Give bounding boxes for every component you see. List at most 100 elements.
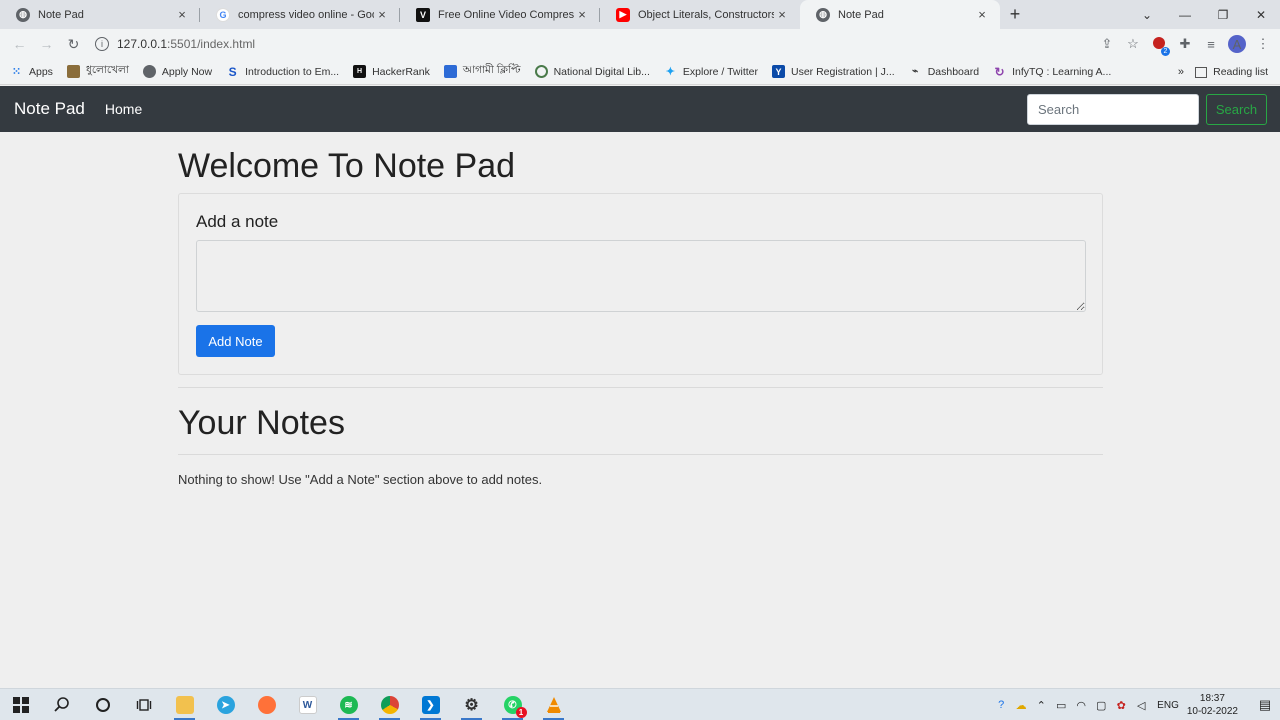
bookmark-item[interactable]: আগামী ক্লিপ্টি bbox=[443, 63, 521, 80]
settings-icon[interactable]: ⚙ bbox=[451, 689, 492, 720]
search-icon[interactable] bbox=[41, 689, 82, 720]
infytq-icon: ↻ bbox=[994, 64, 1005, 79]
close-tab-icon[interactable]: × bbox=[574, 7, 590, 22]
close-window-icon[interactable]: ✕ bbox=[1242, 0, 1280, 29]
bookmark-item[interactable]: ⌁ Dashboard bbox=[909, 65, 979, 78]
google-icon: G bbox=[216, 7, 230, 22]
more-bookmarks-icon[interactable]: » bbox=[1178, 59, 1184, 85]
help-icon[interactable]: ? bbox=[991, 699, 1011, 711]
chrome-icon[interactable] bbox=[369, 689, 410, 720]
apps-grid-icon: ⁙ bbox=[11, 66, 22, 78]
file-explorer-icon[interactable] bbox=[164, 689, 205, 720]
browser-tab[interactable]: V Free Online Video Compressor | × bbox=[400, 0, 600, 29]
firefox-icon[interactable] bbox=[246, 689, 287, 720]
extension-badge: 2 bbox=[1161, 46, 1170, 56]
bookmark-image-icon bbox=[66, 65, 80, 78]
y-logo-icon: Y bbox=[772, 65, 785, 78]
language-indicator[interactable]: ENG bbox=[1157, 700, 1179, 711]
reading-list-button[interactable]: Reading list bbox=[1195, 59, 1268, 85]
extensions-puzzle-icon[interactable]: ✚ bbox=[1176, 36, 1194, 52]
tab-title: Note Pad bbox=[38, 8, 84, 21]
divider bbox=[178, 387, 1103, 388]
close-tab-icon[interactable]: × bbox=[974, 7, 990, 22]
ndl-icon bbox=[534, 65, 548, 78]
dashboard-icon: ⌁ bbox=[912, 66, 919, 77]
note-textarea[interactable] bbox=[196, 240, 1086, 312]
address-bar[interactable]: i 127.0.0.1:5501/index.html bbox=[95, 31, 1095, 57]
add-note-title: Add a note bbox=[196, 212, 279, 231]
app-tray-icon[interactable]: ✿ bbox=[1111, 699, 1131, 712]
bookmark-item[interactable]: National Digital Lib... bbox=[534, 65, 650, 78]
search-button[interactable]: Search bbox=[1206, 94, 1267, 125]
restore-icon[interactable]: ❐ bbox=[1204, 0, 1242, 29]
minimize-icon[interactable]: — bbox=[1166, 0, 1204, 29]
bookmark-blue-icon bbox=[443, 65, 457, 78]
app-navbar: Note Pad Home Search bbox=[0, 86, 1280, 132]
whatsapp-badge: 1 bbox=[515, 707, 527, 718]
browser-tab[interactable]: G compress video online - Google × bbox=[200, 0, 400, 29]
clock-date: 10-02-2022 bbox=[1186, 706, 1238, 717]
task-view-icon[interactable] bbox=[123, 689, 164, 720]
bookmark-item[interactable]: ✦ Explore / Twitter bbox=[664, 65, 758, 79]
add-note-button[interactable]: Add Note bbox=[196, 325, 275, 357]
wifi-icon[interactable]: ◠ bbox=[1071, 699, 1091, 712]
browser-tab-strip: ◍ Note Pad × G compress video online - G… bbox=[0, 0, 1280, 29]
extension-red-icon[interactable]: 2 bbox=[1150, 36, 1170, 56]
telegram-icon[interactable]: ➤ bbox=[205, 689, 246, 720]
bookmark-item[interactable]: H HackerRank bbox=[353, 65, 430, 78]
reload-icon[interactable]: ↻ bbox=[60, 36, 87, 53]
page-title: Welcome To Note Pad bbox=[178, 147, 516, 185]
share-icon[interactable]: ⇪ bbox=[1098, 36, 1116, 52]
bookmark-item[interactable]: S Introduction to Em... bbox=[226, 64, 339, 79]
globe-icon: ◍ bbox=[16, 7, 30, 22]
close-tab-icon[interactable]: × bbox=[174, 7, 190, 22]
navbar-brand[interactable]: Note Pad bbox=[14, 99, 85, 119]
windows-start-icon[interactable] bbox=[0, 689, 41, 720]
tab-title: Note Pad bbox=[838, 8, 884, 21]
bookmark-item[interactable]: ↻ InfyTQ : Learning A... bbox=[993, 64, 1112, 79]
bookmark-apps[interactable]: ⁙ Apps bbox=[10, 65, 53, 79]
forward-icon[interactable]: → bbox=[33, 36, 60, 52]
new-tab-button[interactable]: + bbox=[1000, 0, 1030, 29]
windows-taskbar: ➤ W ≋ ❯ ⚙ ✆ 1 ? ☁ ⌃ ▭ ◠ ▢ ✿ ◁ ENG 18:37 1… bbox=[0, 688, 1280, 720]
vlc-icon[interactable] bbox=[533, 689, 574, 720]
spotify-icon[interactable]: ≋ bbox=[328, 689, 369, 720]
notification-center-icon[interactable]: ▤ bbox=[1250, 697, 1280, 713]
close-tab-icon[interactable]: × bbox=[774, 7, 790, 22]
hackerrank-icon: H bbox=[353, 65, 367, 78]
profile-avatar[interactable]: A bbox=[1228, 35, 1246, 53]
media-queue-icon[interactable]: ≡ bbox=[1202, 37, 1220, 52]
s-logo-icon: S bbox=[228, 64, 237, 79]
system-clock[interactable]: 18:37 10-02-2022 bbox=[1187, 692, 1238, 718]
browser-menu-icon[interactable]: ⋮ bbox=[1254, 36, 1272, 52]
clock-time: 18:37 bbox=[1199, 693, 1225, 704]
word-icon[interactable]: W bbox=[287, 689, 328, 720]
bookmark-star-icon[interactable]: ☆ bbox=[1124, 36, 1142, 52]
back-icon[interactable]: ← bbox=[6, 36, 33, 52]
bookmark-item[interactable]: Y User Registration | J... bbox=[772, 65, 895, 78]
browser-tab-active[interactable]: ◍ Note Pad × bbox=[800, 0, 1000, 29]
bookmark-item[interactable]: Apply Now bbox=[142, 65, 212, 78]
volume-icon[interactable]: ◁ bbox=[1131, 699, 1151, 712]
vscode-icon[interactable]: ❯ bbox=[410, 689, 451, 720]
cortana-icon[interactable] bbox=[82, 689, 123, 720]
browser-toolbar: ← → ↻ i 127.0.0.1:5501/index.html ⇪ ☆ 2 … bbox=[0, 29, 1280, 59]
site-info-icon[interactable]: i bbox=[95, 37, 109, 51]
tab-search-icon[interactable]: ⌄ bbox=[1128, 0, 1166, 29]
whatsapp-icon[interactable]: ✆ 1 bbox=[492, 689, 533, 720]
battery-icon[interactable]: ▭ bbox=[1051, 699, 1071, 712]
close-tab-icon[interactable]: × bbox=[374, 7, 390, 22]
chevron-up-icon[interactable]: ⌃ bbox=[1031, 699, 1051, 712]
display-icon[interactable]: ▢ bbox=[1091, 699, 1111, 712]
tab-title: compress video online - Google bbox=[238, 8, 374, 21]
browser-tab[interactable]: ◍ Note Pad × bbox=[0, 0, 200, 29]
tab-title: Object Literals, Constructors and bbox=[638, 8, 774, 21]
search-input[interactable] bbox=[1027, 94, 1199, 125]
twitter-icon: ✦ bbox=[665, 66, 676, 78]
bookmark-item[interactable]: ধুলোখেলা bbox=[66, 63, 129, 80]
browser-tab[interactable]: ▶ Object Literals, Constructors and × bbox=[600, 0, 800, 29]
tab-title: Free Online Video Compressor | bbox=[438, 8, 574, 21]
weather-icon[interactable]: ☁ bbox=[1011, 699, 1031, 712]
globe-icon: ◍ bbox=[816, 7, 830, 22]
nav-home-link[interactable]: Home bbox=[105, 101, 142, 117]
